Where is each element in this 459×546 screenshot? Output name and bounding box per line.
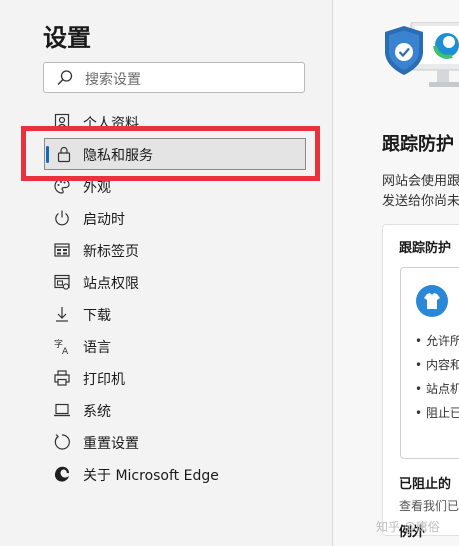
sidebar-item-startup[interactable]: 启动时 xyxy=(44,202,306,234)
bullet-text: 阻止已 xyxy=(426,406,459,420)
list-item: • 内容和 xyxy=(415,356,459,373)
sidebar-item-languages[interactable]: 字 A 语言 xyxy=(44,330,306,362)
section-description-line: 发送给你尚未 xyxy=(382,194,459,209)
blocked-trackers-link[interactable]: 查看我们已 xyxy=(399,497,459,514)
list-item: • 站点机 xyxy=(415,380,459,397)
sidebar-item-label: 语言 xyxy=(83,340,111,356)
sidebar-item-printers[interactable]: 打印机 xyxy=(44,362,306,394)
sidebar-item-system[interactable]: 系统 xyxy=(44,394,306,426)
sidebar-item-downloads[interactable]: 下载 xyxy=(44,298,306,330)
search-icon xyxy=(57,70,73,85)
tshirt-icon xyxy=(424,293,440,309)
sidebar-item-reset[interactable]: 重置设置 xyxy=(44,426,306,458)
sidebar-item-label: 新标签页 xyxy=(83,244,139,260)
reset-icon xyxy=(54,434,70,450)
list-item: • 允许所 xyxy=(415,332,459,349)
system-icon xyxy=(54,403,70,417)
watermark: 知乎 @庸俗 xyxy=(376,520,440,534)
tracking-prevention-illustration xyxy=(385,22,459,87)
sidebar-item-label: 关于 Microsoft Edge xyxy=(83,468,219,484)
sidebar-item-new-tab[interactable]: 新标签页 xyxy=(44,234,306,266)
main-content: 跟踪防护 网站会使用跟 发送给你尚未 跟踪防护 • 允许所 • 内容和 • 站点机 •… xyxy=(333,0,459,546)
printer-icon xyxy=(54,370,70,386)
sidebar-item-about[interactable]: 关于 Microsoft Edge xyxy=(44,458,306,490)
settings-sidebar: 设置 搜索设置 个人资料 隐私和服务 外观 启动时 新标签页 站点权限 下载 字… xyxy=(0,0,332,546)
sidebar-item-label: 下载 xyxy=(83,308,111,324)
sidebar-item-label: 系统 xyxy=(83,404,111,420)
section-description: 网站会使用跟 发送给你尚未 xyxy=(382,172,459,212)
section-title: 跟踪防护 xyxy=(382,134,454,155)
power-icon xyxy=(55,210,69,226)
list-item: • 阻止已 xyxy=(415,404,459,421)
settings-title: 设置 xyxy=(43,24,91,52)
new-tab-icon xyxy=(54,243,70,257)
search-input[interactable]: 搜索设置 xyxy=(43,62,305,93)
tracking-level-option[interactable]: • 允许所 • 内容和 • 站点机 • 阻止已 xyxy=(400,267,459,459)
edge-icon xyxy=(54,466,69,482)
site-permissions-icon xyxy=(54,274,70,290)
bullet-text: 允许所 xyxy=(426,334,459,348)
sidebar-item-label: 启动时 xyxy=(83,212,125,228)
search-placeholder: 搜索设置 xyxy=(85,72,141,88)
basic-level-icon xyxy=(416,285,448,317)
sidebar-item-label: 重置设置 xyxy=(83,436,139,452)
svg-text:A: A xyxy=(62,347,69,355)
section-description-line: 网站会使用跟 xyxy=(382,174,459,189)
highlight-annotation-box xyxy=(21,126,320,181)
tracking-prevention-card: 跟踪防护 • 允许所 • 内容和 • 站点机 • 阻止已 已阻止的 查看我们已 例外 xyxy=(382,224,459,540)
sidebar-item-label: 站点权限 xyxy=(83,276,139,292)
card-title: 跟踪防护 xyxy=(399,241,452,256)
bullet-text: 内容和 xyxy=(426,358,459,372)
sidebar-item-label: 打印机 xyxy=(83,372,125,388)
language-icon: 字 A xyxy=(54,338,69,355)
download-icon xyxy=(56,307,68,322)
blocked-trackers-title: 已阻止的 xyxy=(399,477,452,492)
sidebar-item-site-permissions[interactable]: 站点权限 xyxy=(44,266,306,298)
bullet-text: 站点机 xyxy=(426,382,459,396)
